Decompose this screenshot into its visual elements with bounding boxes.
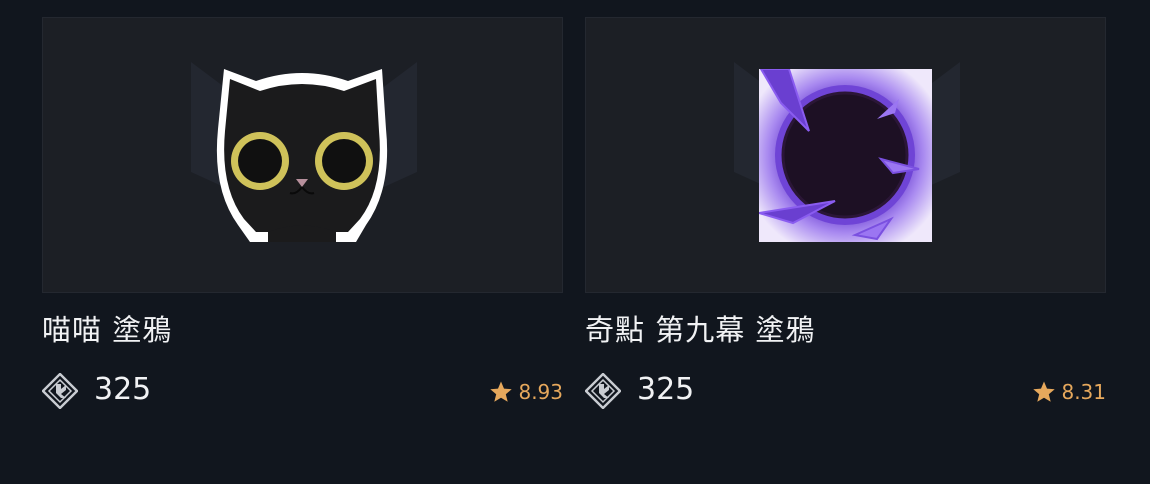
singularity-portal-icon: [759, 69, 932, 242]
black-cat-icon: [216, 69, 388, 242]
points-diamond-icon: [42, 373, 78, 409]
item-rating-value: 8.31: [1061, 380, 1106, 404]
star-icon: [490, 381, 513, 402]
item-title[interactable]: 喵喵 塗鴉: [42, 307, 172, 349]
item-rating: 8.31: [1032, 380, 1106, 404]
item-card[interactable]: 奇點 第九幕 塗鴉 325 8.31: [585, 17, 1106, 409]
item-price: 325: [637, 372, 695, 407]
points-diamond-icon: [585, 373, 621, 409]
item-rating: 8.93: [489, 380, 563, 404]
star-icon: [1033, 381, 1056, 402]
item-thumbnail[interactable]: [585, 17, 1106, 293]
item-meta: 325 8.93: [42, 370, 563, 412]
item-grid: 喵喵 塗鴉 325 8.93 奇點 第九幕 塗鴉 325 8.31: [0, 0, 1150, 484]
item-title[interactable]: 奇點 第九幕 塗鴉: [585, 307, 815, 349]
item-thumbnail[interactable]: [42, 17, 563, 293]
item-rating-value: 8.93: [518, 380, 563, 404]
item-price: 325: [94, 372, 152, 407]
item-card[interactable]: 喵喵 塗鴉 325 8.93: [42, 17, 563, 409]
item-meta: 325 8.31: [585, 370, 1106, 412]
